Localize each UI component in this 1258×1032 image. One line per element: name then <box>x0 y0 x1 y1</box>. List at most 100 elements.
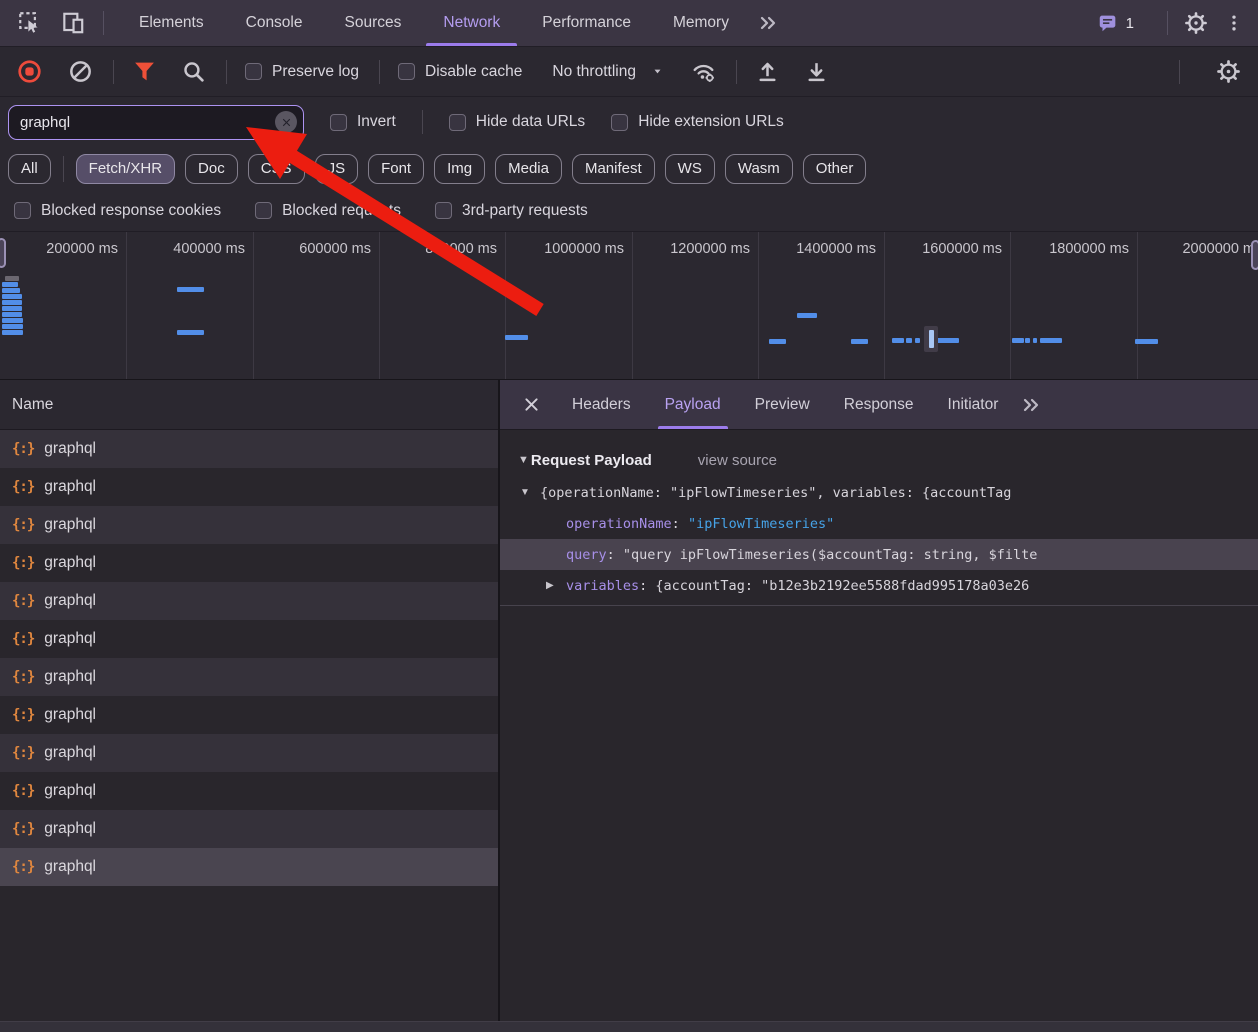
request-payload-title: Request Payload <box>531 452 652 469</box>
waterfall-bar <box>2 324 23 329</box>
search-icon[interactable] <box>181 59 206 84</box>
chip-font[interactable]: Font <box>368 154 424 184</box>
blocked-filters-row: Blocked response cookies Blocked requests… <box>0 190 1258 232</box>
checkbox-box[interactable] <box>449 114 466 131</box>
chip-wasm[interactable]: Wasm <box>725 154 793 184</box>
payload-segment-plain: {operationName: "ipFlowTimeseries", vari… <box>540 485 1011 501</box>
chip-img[interactable]: Img <box>434 154 485 184</box>
triangle-down-icon: ▼ <box>518 454 529 466</box>
blocked-response-cookies-checkbox[interactable]: Blocked response cookies <box>14 202 221 220</box>
waterfall-bar <box>1033 338 1037 343</box>
filter-funnel-icon[interactable] <box>132 59 157 84</box>
invert-checkbox[interactable]: Invert <box>330 113 396 131</box>
hide-data-urls-checkbox[interactable]: Hide data URLs <box>449 113 585 131</box>
close-details-icon[interactable] <box>522 395 541 414</box>
issues-button[interactable]: 1 <box>1097 12 1134 34</box>
chip-css[interactable]: CSS <box>248 154 305 184</box>
inspect-element-icon[interactable] <box>17 10 43 36</box>
timeline-left-grip[interactable] <box>0 238 6 268</box>
request-row[interactable]: {:}graphql <box>0 734 498 772</box>
checkbox-box[interactable] <box>435 202 452 219</box>
more-details-tabs-icon[interactable] <box>1019 393 1043 417</box>
chip-media[interactable]: Media <box>495 154 562 184</box>
network-settings-gear-icon[interactable] <box>1216 59 1241 84</box>
chip-fetch-xhr[interactable]: Fetch/XHR <box>76 154 175 184</box>
tab-elements[interactable]: Elements <box>118 0 225 46</box>
payload-line[interactable]: ▶variables: {accountTag: "b12e3b2192ee55… <box>500 570 1258 601</box>
record-network-log-icon[interactable] <box>17 59 42 84</box>
export-har-icon[interactable] <box>804 59 829 84</box>
clear-filter-button[interactable] <box>275 111 297 133</box>
request-row[interactable]: {:}graphql <box>0 506 498 544</box>
details-tab-initiator[interactable]: Initiator <box>931 380 1016 429</box>
request-row[interactable]: {:}graphql <box>0 810 498 848</box>
chip-other[interactable]: Other <box>803 154 867 184</box>
throttling-dropdown[interactable]: No throttling <box>552 63 663 81</box>
expand-triangle-icon[interactable]: ▼ <box>520 487 540 498</box>
request-row[interactable]: {:}graphql <box>0 658 498 696</box>
request-name: graphql <box>44 668 96 686</box>
chip-manifest[interactable]: Manifest <box>572 154 655 184</box>
details-tab-response[interactable]: Response <box>827 380 931 429</box>
settings-gear-icon[interactable] <box>1184 11 1208 35</box>
hide-extension-urls-checkbox[interactable]: Hide extension URLs <box>611 113 784 131</box>
filter-input[interactable] <box>9 106 303 139</box>
checkbox-box[interactable] <box>14 202 31 219</box>
checkbox-box[interactable] <box>398 63 415 80</box>
clear-network-log-icon[interactable] <box>68 59 93 84</box>
tab-console[interactable]: Console <box>225 0 324 46</box>
divider <box>422 110 423 134</box>
timeline-right-grip[interactable] <box>1251 240 1258 270</box>
request-row[interactable]: {:}graphql <box>0 468 498 506</box>
payload-line[interactable]: operationName: "ipFlowTimeseries" <box>500 508 1258 539</box>
network-overview-timeline[interactable]: 200000 ms400000 ms600000 ms800000 ms1000… <box>0 232 1258 380</box>
request-row[interactable]: {:}graphql <box>0 582 498 620</box>
tab-memory[interactable]: Memory <box>652 0 750 46</box>
details-tab-headers[interactable]: Headers <box>555 380 648 429</box>
checkbox-box[interactable] <box>611 114 628 131</box>
request-row[interactable]: {:}graphql <box>0 620 498 658</box>
payload-segment-plain: : {accountTag: "b12e3b2192ee5588fdad9951… <box>639 578 1029 594</box>
message-bubble-icon <box>1097 12 1119 34</box>
name-column-header[interactable]: Name <box>0 380 498 430</box>
request-row[interactable]: {:}graphql <box>0 772 498 810</box>
payload-line[interactable]: query: "query ipFlowTimeseries($accountT… <box>500 539 1258 570</box>
request-row[interactable]: {:}graphql <box>0 848 498 886</box>
request-row[interactable]: {:}graphql <box>0 430 498 468</box>
chip-ws[interactable]: WS <box>665 154 715 184</box>
divider <box>379 60 380 84</box>
details-tab-payload[interactable]: Payload <box>648 380 738 429</box>
payload-line[interactable]: ▼{operationName: "ipFlowTimeseries", var… <box>500 477 1258 508</box>
tab-performance[interactable]: Performance <box>521 0 652 46</box>
network-conditions-icon[interactable] <box>691 59 716 84</box>
waterfall-bar <box>851 339 868 344</box>
details-tabs: HeadersPayloadPreviewResponseInitiator <box>555 380 1015 429</box>
request-payload-header[interactable]: ▼ Request Payload view source <box>500 443 1258 477</box>
view-source-link[interactable]: view source <box>698 452 777 469</box>
disable-cache-checkbox[interactable]: Disable cache <box>398 63 522 81</box>
throttling-value: No throttling <box>552 63 636 81</box>
details-tab-preview[interactable]: Preview <box>738 380 827 429</box>
kebab-menu-icon[interactable] <box>1224 11 1244 35</box>
3rd-party-requests-checkbox[interactable]: 3rd-party requests <box>435 202 588 220</box>
device-toolbar-icon[interactable] <box>60 10 86 36</box>
preserve-log-checkbox[interactable]: Preserve log <box>245 63 359 81</box>
tab-network[interactable]: Network <box>422 0 521 46</box>
waterfall-bar <box>2 306 22 311</box>
request-name: graphql <box>44 440 96 458</box>
chip-doc[interactable]: Doc <box>185 154 238 184</box>
payload-tree: ▼{operationName: "ipFlowTimeseries", var… <box>500 477 1258 606</box>
timeline-tick-label: 800000 ms <box>379 241 497 263</box>
more-tabs-icon[interactable] <box>756 11 780 35</box>
chip-js[interactable]: JS <box>315 154 359 184</box>
tab-sources[interactable]: Sources <box>324 0 423 46</box>
request-row[interactable]: {:}graphql <box>0 696 498 734</box>
checkbox-box[interactable] <box>255 202 272 219</box>
checkbox-box[interactable] <box>330 114 347 131</box>
checkbox-box[interactable] <box>245 63 262 80</box>
import-har-icon[interactable] <box>755 59 780 84</box>
request-row[interactable]: {:}graphql <box>0 544 498 582</box>
chip-all[interactable]: All <box>8 154 51 184</box>
expand-triangle-icon[interactable]: ▶ <box>546 580 566 591</box>
blocked-requests-checkbox[interactable]: Blocked requests <box>255 202 401 220</box>
